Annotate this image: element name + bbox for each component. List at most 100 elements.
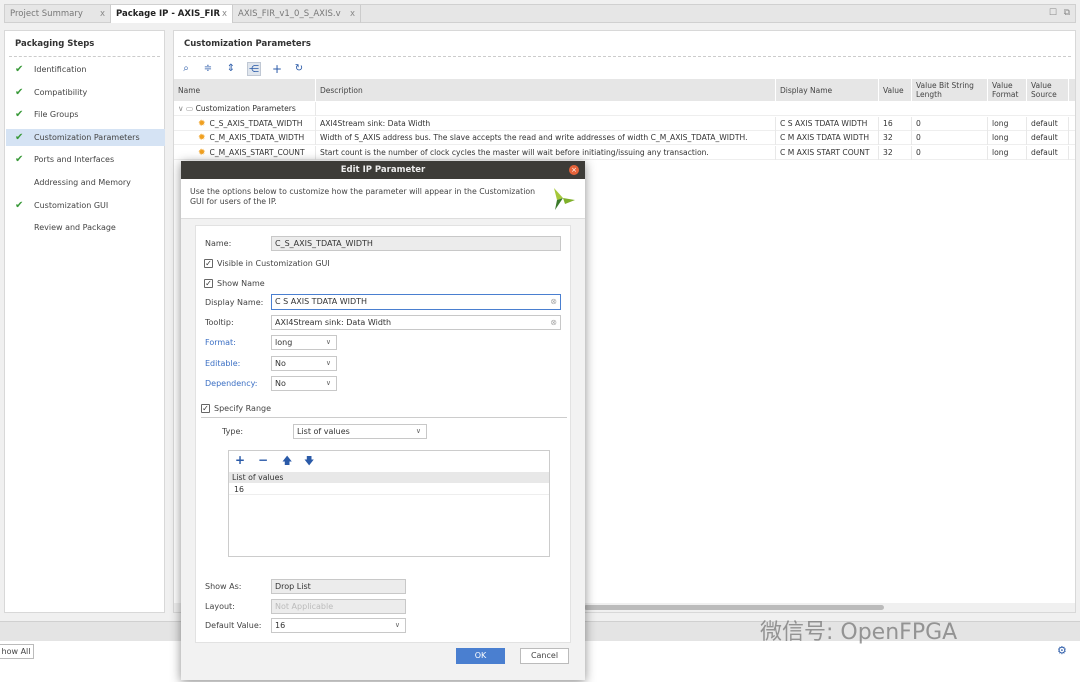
step-item[interactable]: ✔ Customization GUI	[6, 197, 165, 214]
step-item[interactable]: ✔ Compatibility	[6, 84, 165, 101]
cell-text: long	[992, 118, 1009, 128]
column-header[interactable]: Display Name	[776, 79, 879, 101]
layout-label: Layout:	[205, 602, 235, 611]
refresh-icon[interactable]: ↻	[292, 62, 306, 76]
show-name-checkbox[interactable]: ✓	[204, 279, 213, 288]
close-icon[interactable]: x	[350, 5, 355, 23]
close-icon[interactable]: x	[100, 5, 105, 23]
name-field: C_S_AXIS_TDATA_WIDTH	[271, 236, 561, 251]
step-item[interactable]: Review and Package	[6, 219, 165, 236]
tab-label: AXIS_FIR_v1_0_S_AXIS.v	[238, 9, 341, 19]
tooltip-value: AXI4Stream sink: Data Width	[275, 318, 392, 327]
tab-label: Package IP - AXIS_FIR	[116, 9, 220, 19]
search-icon[interactable]: ⌕	[179, 62, 193, 76]
show-all-button[interactable]: how All	[0, 644, 34, 659]
display-name-label: Display Name:	[205, 298, 264, 307]
list-value-item[interactable]: 16	[229, 484, 549, 495]
format-select[interactable]: long ∨	[271, 335, 337, 350]
tab-project-summary[interactable]: Project Summary x	[5, 5, 111, 23]
cell-text: AXI4Stream sink: Data Width	[320, 118, 431, 128]
step-item[interactable]: Addressing and Memory	[6, 174, 165, 191]
cancel-button[interactable]: Cancel	[520, 648, 569, 664]
gear-icon[interactable]: ⚙	[1057, 644, 1067, 657]
cell-format: long	[988, 116, 1027, 131]
clear-icon[interactable]: ⊗	[550, 316, 557, 329]
step-item[interactable]: ✔ Identification	[6, 61, 165, 78]
dialog-header: Use the options below to customize how t…	[181, 179, 585, 219]
cell-format: long	[988, 145, 1027, 160]
dependency-select[interactable]: No ∨	[271, 376, 337, 391]
float-icon[interactable]: ⧉	[1064, 8, 1070, 18]
tooltip-input[interactable]: AXI4Stream sink: Data Width ⊗	[271, 315, 561, 330]
visible-label: Visible in Customization GUI	[217, 259, 330, 268]
maximize-icon[interactable]: ☐	[1049, 8, 1057, 18]
step-item[interactable]: ✔ File Groups	[6, 106, 165, 123]
format-value: long	[275, 338, 293, 347]
table-row[interactable]: ✹ C_M_AXIS_START_COUNT Start count is the …	[174, 145, 1075, 160]
step-label: Compatibility	[34, 87, 88, 97]
tab-label: Project Summary	[10, 9, 83, 19]
format-label[interactable]: Format:	[205, 338, 236, 347]
column-header[interactable]: Name	[174, 79, 316, 101]
layout-field: Not Applicable	[271, 599, 406, 614]
editable-value: No	[275, 359, 286, 368]
table-row[interactable]: ✹ C_M_AXIS_TDATA_WIDTH Width of S_AXIS add…	[174, 131, 1075, 145]
tab-source-file[interactable]: AXIS_FIR_v1_0_S_AXIS.v x	[233, 5, 361, 23]
cell-display: C S AXIS TDATA WIDTH	[776, 116, 879, 131]
hierarchy-icon[interactable]: ⋲	[247, 62, 261, 76]
column-header[interactable]: Description	[316, 79, 776, 101]
table-row[interactable]: ✹ C_S_AXIS_TDATA_WIDTH AXI4Stream sink: Da…	[174, 116, 1075, 131]
check-icon: ✔	[15, 109, 24, 121]
edit-ip-parameter-dialog: Edit IP Parameter × Use the options belo…	[181, 161, 585, 680]
specify-range-checkbox[interactable]: ✓	[201, 404, 210, 413]
check-icon: ✔	[15, 131, 24, 143]
move-down-icon[interactable]: 🡇	[304, 454, 314, 471]
move-up-icon[interactable]: 🡅	[282, 454, 292, 471]
dependency-label[interactable]: Dependency:	[205, 379, 257, 388]
show-name-label: Show Name	[217, 279, 265, 288]
step-item[interactable]: ✔ Customization Parameters	[6, 128, 165, 146]
close-icon[interactable]: ×	[569, 165, 579, 175]
column-header[interactable]: Value	[879, 79, 912, 101]
chevron-down-icon: ∨	[325, 338, 331, 346]
add-icon[interactable]: +	[270, 62, 284, 76]
remove-icon[interactable]: −	[258, 453, 268, 467]
cell-text: Start count is the number of clock cycle…	[320, 147, 709, 157]
dependency-value: No	[275, 379, 286, 388]
expand-all-icon[interactable]: ⇕	[224, 62, 238, 76]
step-item[interactable]: ✔ Ports and Interfaces	[6, 151, 165, 168]
tab-package-ip[interactable]: Package IP - AXIS_FIR x	[111, 5, 233, 23]
show-as-field: Drop List	[271, 579, 406, 594]
cell-bitlen: 0	[912, 116, 988, 131]
close-icon[interactable]: x	[222, 5, 227, 23]
column-header[interactable]: Value Bit String Length	[912, 79, 988, 101]
editable-select[interactable]: No ∨	[271, 356, 337, 371]
column-header[interactable]: Value Format	[988, 79, 1027, 101]
cell-text: Width of S_AXIS address bus. The slave a…	[320, 133, 748, 142]
type-select[interactable]: List of values ∨	[293, 424, 427, 439]
chevron-down-icon: ∨	[325, 379, 331, 387]
default-value-select[interactable]: 16 ∨	[271, 618, 406, 633]
column-header[interactable]: Value Source	[1027, 79, 1069, 101]
display-name-input[interactable]: C S AXIS TDATA WIDTH ⊗	[271, 294, 561, 310]
check-icon: ✔	[15, 154, 24, 166]
tooltip-label: Tooltip:	[205, 318, 234, 327]
clear-icon[interactable]: ⊗	[550, 295, 557, 308]
cell-text: long	[992, 133, 1009, 142]
group-row[interactable]: ∨ ▭ Customization Parameters	[174, 102, 1075, 116]
editable-label[interactable]: Editable:	[205, 359, 240, 368]
watermark: 微信号: OpenFPGA	[760, 620, 958, 645]
divider	[201, 417, 567, 418]
cell-text: 0	[916, 133, 921, 142]
cell-description: Start count is the number of clock cycle…	[316, 145, 776, 160]
add-icon[interactable]: +	[235, 453, 245, 467]
ok-button[interactable]: OK	[456, 648, 505, 664]
cell-text: C M AXIS START COUNT	[780, 147, 870, 157]
cell-text: C S AXIS TDATA WIDTH	[780, 118, 868, 128]
panel-title: Packaging Steps	[15, 39, 95, 49]
collapse-all-icon[interactable]: ≑	[201, 62, 215, 76]
visible-checkbox[interactable]: ✓	[204, 259, 213, 268]
cell-value: 32	[879, 131, 912, 145]
cell-text: C_M_AXIS_START_COUNT	[209, 147, 305, 157]
dialog-title: Edit IP Parameter	[181, 161, 585, 179]
